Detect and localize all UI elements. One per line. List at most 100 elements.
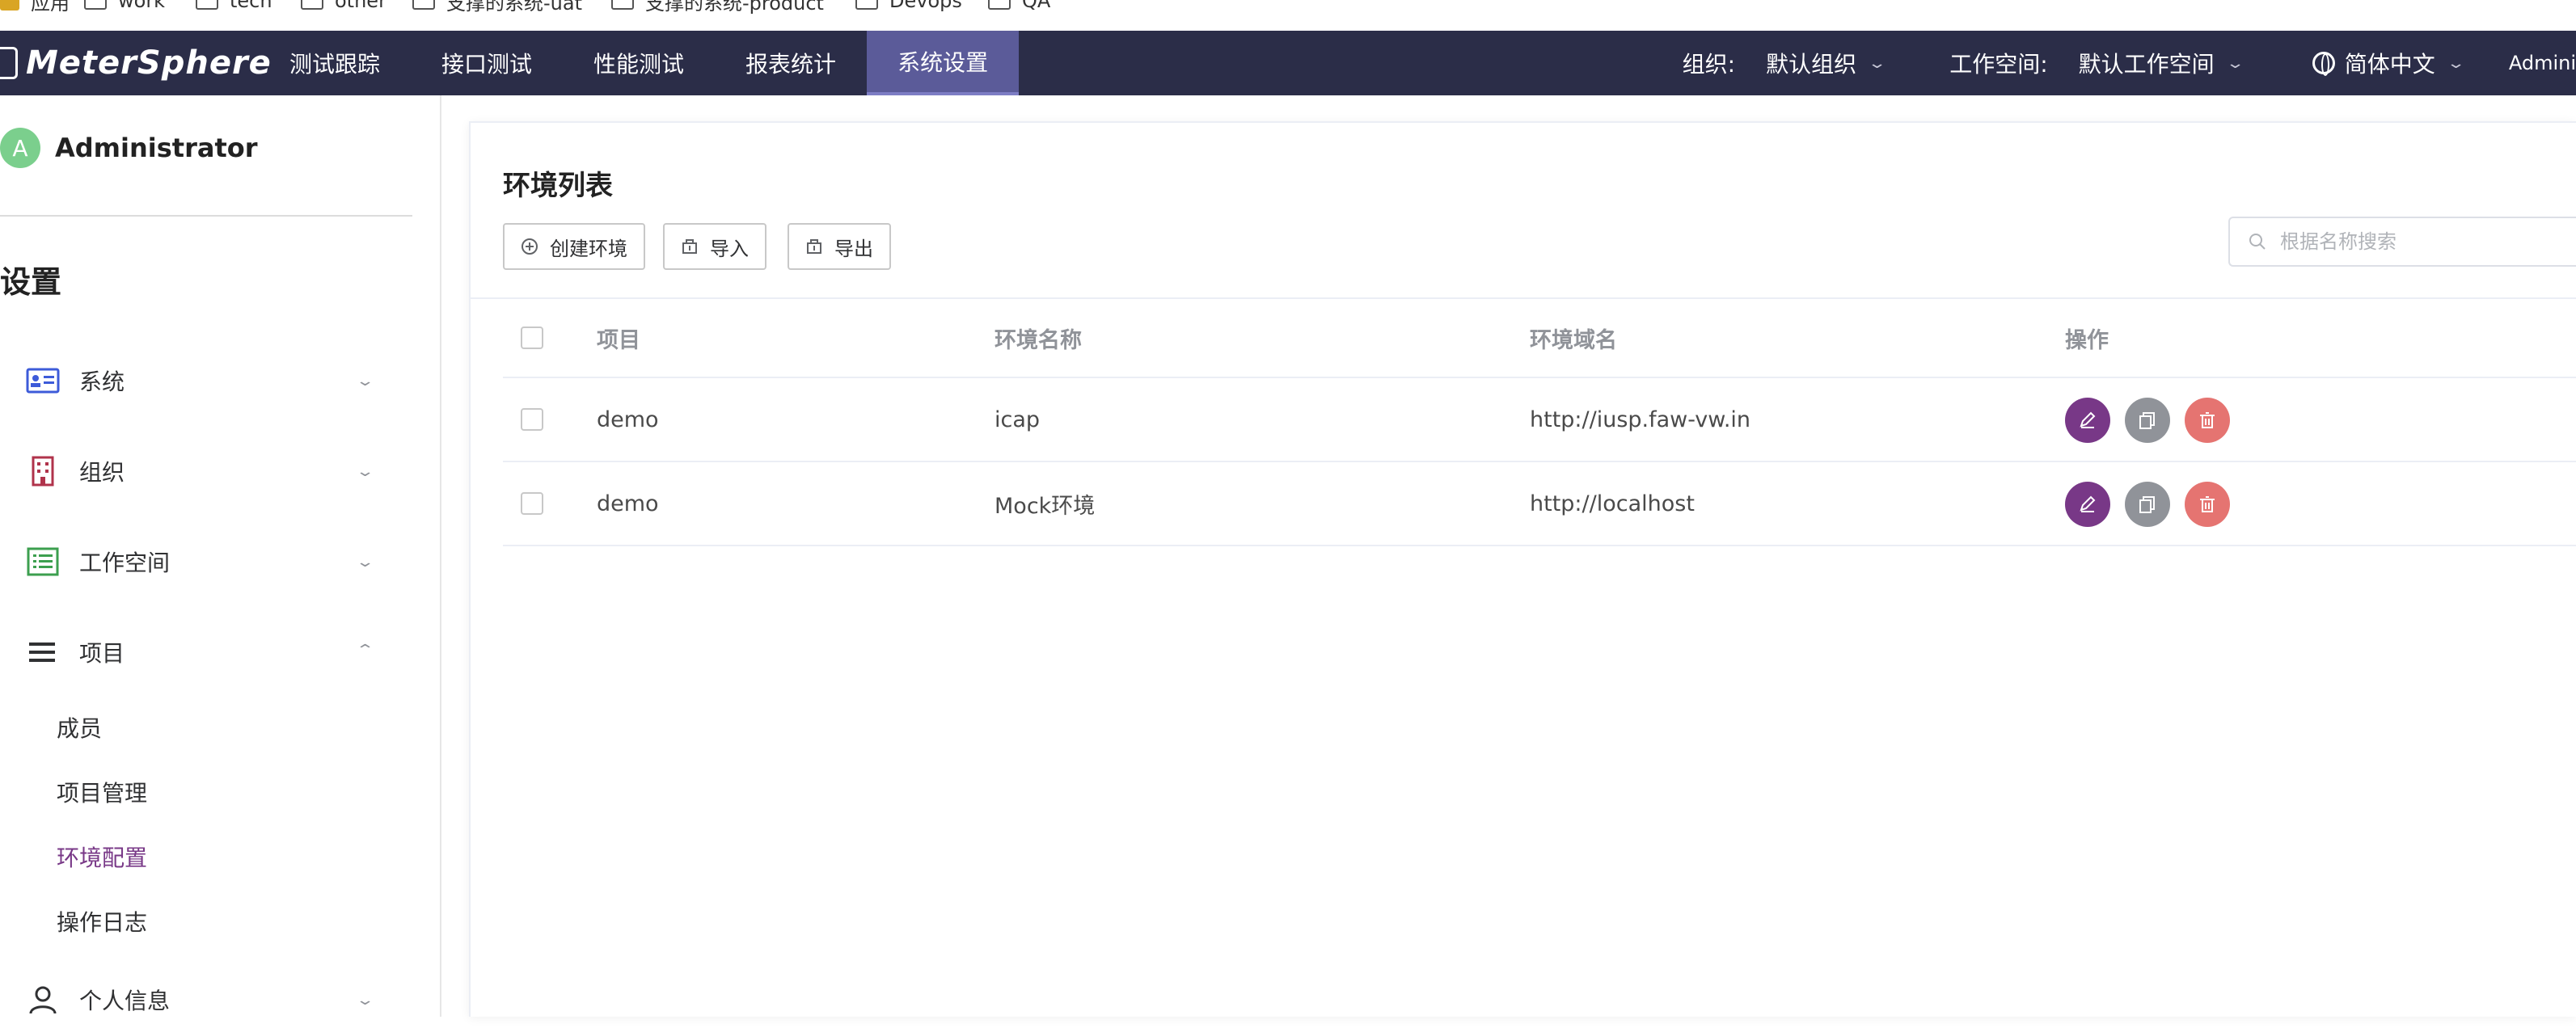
copy-icon bbox=[2139, 412, 2155, 429]
delete-button[interactable] bbox=[2185, 398, 2230, 443]
bookmark-product[interactable]: 支撑的系统-product bbox=[611, 0, 824, 15]
bookmark-work[interactable]: work bbox=[84, 0, 165, 13]
nav-system-settings[interactable]: 系统设置 bbox=[867, 31, 1020, 95]
org-dropdown[interactable]: 默认组织 ⌄ bbox=[1766, 47, 1887, 79]
folder-icon bbox=[84, 0, 107, 10]
edit-button[interactable] bbox=[2065, 482, 2110, 527]
language-dropdown[interactable]: 简体中文 ⌄ bbox=[2312, 47, 2466, 79]
sidebar-item-project[interactable]: 项目 ⌃ bbox=[0, 624, 412, 680]
bookmark-qa[interactable]: QA bbox=[988, 0, 1050, 13]
logo-hex-icon bbox=[0, 47, 18, 79]
edit-button[interactable] bbox=[2065, 398, 2110, 443]
sidebar-item-organization[interactable]: 组织 ⌄ bbox=[0, 443, 412, 499]
divider bbox=[0, 215, 412, 217]
row-checkbox[interactable] bbox=[521, 408, 543, 431]
cell-project: demo bbox=[597, 491, 659, 516]
menu-icon bbox=[29, 642, 55, 662]
page-title: 环境列表 bbox=[503, 170, 613, 202]
chevron-down-icon: ⌄ bbox=[2225, 54, 2245, 72]
export-icon bbox=[807, 239, 821, 254]
edit-icon bbox=[2080, 411, 2096, 428]
table-header: 项目 环境名称 环境域名 操作 bbox=[503, 299, 2576, 378]
search-icon bbox=[2249, 234, 2266, 250]
username: Administrator bbox=[55, 133, 258, 163]
delete-button[interactable] bbox=[2185, 482, 2230, 527]
sidebar-item-label: 系统 bbox=[79, 369, 125, 395]
folder-icon bbox=[611, 0, 634, 10]
export-button[interactable]: 导出 bbox=[788, 223, 891, 270]
bookmark-other[interactable]: other bbox=[301, 0, 386, 13]
user-icon bbox=[29, 986, 57, 1014]
nav-test-tracking[interactable]: 测试跟踪 bbox=[259, 31, 411, 95]
folder-icon bbox=[988, 0, 1011, 10]
chevron-down-icon: ⌄ bbox=[2446, 54, 2466, 72]
bookmark-tech[interactable]: tech bbox=[196, 0, 272, 13]
org-label: 组织: bbox=[1682, 51, 1736, 78]
main-menu: 测试跟踪 接口测试 性能测试 报表统计 系统设置 bbox=[259, 31, 1020, 95]
column-header-domain[interactable]: 环境域名 bbox=[1530, 322, 1617, 354]
trash-icon bbox=[2200, 496, 2215, 512]
column-header-project[interactable]: 项目 bbox=[597, 322, 640, 354]
sidebar-subitem-project-management[interactable]: 项目管理 bbox=[57, 776, 147, 808]
import-button[interactable]: 导入 bbox=[663, 223, 766, 270]
edit-icon bbox=[2080, 495, 2096, 512]
language-value: 简体中文 bbox=[2344, 51, 2435, 78]
sidebar-item-personal-info[interactable]: 个人信息 ⌄ bbox=[0, 971, 412, 1028]
cell-domain: http://localhost bbox=[1530, 491, 1695, 516]
bookmark-uat[interactable]: 支撑的系统-uat bbox=[412, 0, 582, 15]
folder-icon bbox=[855, 0, 878, 10]
workspace-value: 默认工作空间 bbox=[2078, 51, 2215, 78]
sidebar-item-label: 项目 bbox=[79, 640, 125, 667]
environment-list-card: 环境列表 创建环境 导入 导出 根据名称搜索 项目 环境名称 环境域名 操作 d… bbox=[469, 121, 2576, 1017]
import-icon bbox=[682, 239, 697, 254]
sidebar-subitem-members[interactable]: 成员 bbox=[57, 711, 102, 744]
cell-name: Mock环境 bbox=[995, 493, 1096, 519]
cell-domain: http://iusp.faw-vw.in bbox=[1530, 407, 1751, 432]
chevron-down-icon: ⌄ bbox=[355, 462, 375, 480]
folder-icon bbox=[301, 0, 323, 10]
row-checkbox[interactable] bbox=[521, 492, 543, 515]
list-icon bbox=[27, 547, 59, 576]
folder-icon bbox=[196, 0, 218, 10]
sidebar-subitem-environment-config[interactable]: 环境配置 bbox=[57, 841, 147, 873]
table-row[interactable]: demo Mock环境 http://localhost bbox=[503, 462, 2576, 546]
sidebar-item-workspace[interactable]: 工作空间 ⌄ bbox=[0, 533, 412, 590]
workspace-label: 工作空间: bbox=[1949, 51, 2048, 78]
chevron-down-icon: ⌄ bbox=[355, 372, 375, 390]
nav-right: 组织: 默认组织 ⌄ 工作空间: 默认工作空间 ⌄ 简体中文 ⌄ Admini bbox=[1683, 31, 2576, 95]
create-environment-button[interactable]: 创建环境 bbox=[503, 223, 645, 270]
sidebar-item-label: 工作空间 bbox=[79, 550, 171, 576]
sidebar-item-label: 个人信息 bbox=[79, 988, 171, 1014]
nav-api-test[interactable]: 接口测试 bbox=[411, 31, 563, 95]
select-all-checkbox[interactable] bbox=[521, 327, 543, 349]
sidebar-item-system[interactable]: 系统 ⌄ bbox=[0, 352, 412, 409]
search-input[interactable] bbox=[2278, 230, 2570, 254]
sidebar-item-label: 组织 bbox=[79, 459, 125, 486]
sidebar-subitem-operation-log[interactable]: 操作日志 bbox=[57, 905, 147, 937]
bookmark-bar: 应用 work tech other 支撑的系统-uat 支撑的系统-produ… bbox=[0, 0, 2576, 31]
search-box bbox=[2228, 217, 2576, 267]
apps-icon bbox=[0, 0, 19, 11]
sidebar: A Administrator 设置 系统 ⌄ 组织 ⌄ 工作空间 ⌄ 项目 ⌃… bbox=[0, 95, 441, 1017]
globe-icon bbox=[2312, 52, 2335, 76]
bookmark-devops[interactable]: Devops bbox=[855, 0, 962, 13]
building-icon bbox=[32, 456, 54, 487]
copy-button[interactable] bbox=[2125, 398, 2170, 443]
column-header-name[interactable]: 环境名称 bbox=[995, 322, 1082, 354]
chevron-up-icon: ⌃ bbox=[355, 642, 375, 659]
table-row[interactable]: demo icap http://iusp.faw-vw.in bbox=[503, 378, 2576, 462]
cell-project: demo bbox=[597, 407, 659, 432]
sidebar-title: 设置 bbox=[0, 264, 62, 300]
folder-icon bbox=[412, 0, 435, 10]
bookmark-apps[interactable]: 应用 bbox=[0, 0, 70, 15]
copy-icon bbox=[2139, 496, 2155, 513]
chevron-down-icon: ⌄ bbox=[1867, 54, 1887, 72]
id-card-icon bbox=[26, 368, 60, 394]
user-menu[interactable]: Admini bbox=[2509, 52, 2576, 74]
nav-performance-test[interactable]: 性能测试 bbox=[563, 31, 715, 95]
logo[interactable]: MeterSphere bbox=[0, 31, 272, 95]
user-info: A Administrator bbox=[0, 128, 258, 168]
workspace-dropdown[interactable]: 默认工作空间 ⌄ bbox=[2078, 47, 2245, 79]
copy-button[interactable] bbox=[2125, 482, 2170, 527]
nav-report[interactable]: 报表统计 bbox=[715, 31, 867, 95]
